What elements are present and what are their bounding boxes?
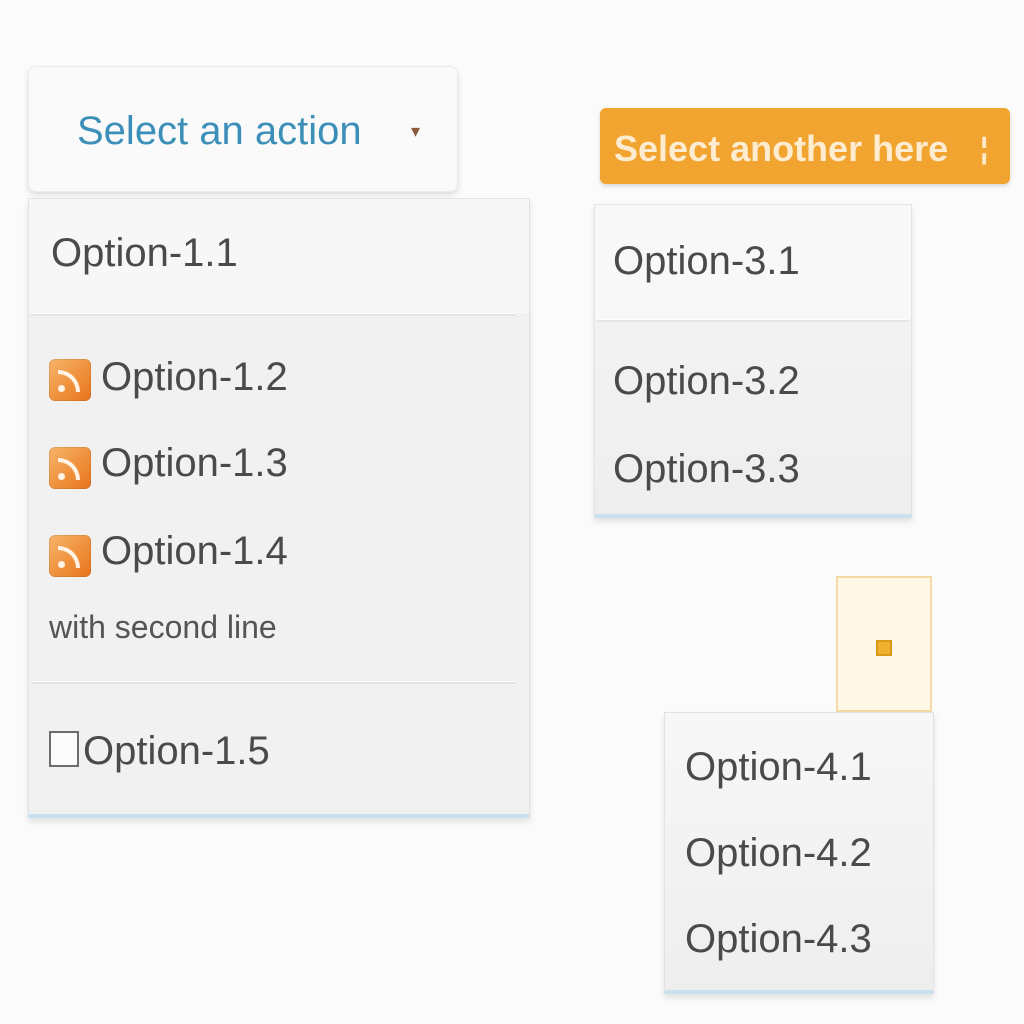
menu-divider — [597, 319, 909, 322]
checkbox-icon[interactable] — [49, 731, 79, 767]
menu-item-option-4-3[interactable]: Option-4.3 — [685, 917, 872, 962]
select-another-label: Select another here — [614, 128, 949, 169]
menu-item-option-3-2[interactable]: Option-3.2 — [613, 359, 800, 404]
another-menu: Option-3.1 Option-3.2 Option-3.3 — [594, 204, 912, 518]
rss-icon — [49, 535, 91, 577]
icon-dropdown-menu: Option-4.1 Option-4.2 Option-4.3 — [664, 712, 934, 994]
menu-divider — [31, 681, 515, 684]
menu-item-option-4-1[interactable]: Option-4.1 — [685, 745, 872, 790]
square-icon — [876, 640, 892, 656]
caret-icon: ¦ — [980, 132, 989, 165]
menu-divider — [31, 313, 515, 316]
menu-item-option-1-2[interactable]: Option-1.2 — [101, 355, 288, 400]
menu-item-option-3-1[interactable]: Option-3.1 — [613, 239, 800, 284]
menu-item-option-1-3[interactable]: Option-1.3 — [101, 441, 288, 486]
select-action-button[interactable]: Select an action ▾ — [28, 66, 458, 192]
menu-item-option-4-2[interactable]: Option-4.2 — [685, 831, 872, 876]
select-another-button[interactable]: Select another here ¦ — [600, 108, 1010, 184]
chevron-down-icon: ▾ — [411, 121, 421, 141]
menu-item-option-1-4-subtitle: with second line — [49, 609, 277, 645]
rss-icon — [49, 359, 91, 401]
select-action-label: Select an action — [77, 109, 362, 153]
menu-item-option-1-4[interactable]: Option-1.4 — [101, 529, 288, 574]
menu-item-option-3-3[interactable]: Option-3.3 — [613, 447, 800, 492]
menu-item-option-1-5[interactable]: Option-1.5 — [83, 729, 270, 774]
rss-icon — [49, 447, 91, 489]
menu-item-option-1-1[interactable]: Option-1.1 — [51, 231, 238, 276]
action-menu: Option-1.1 Option-1.2 Option-1.3 Option-… — [28, 198, 530, 818]
icon-dropdown-button[interactable] — [836, 576, 932, 712]
